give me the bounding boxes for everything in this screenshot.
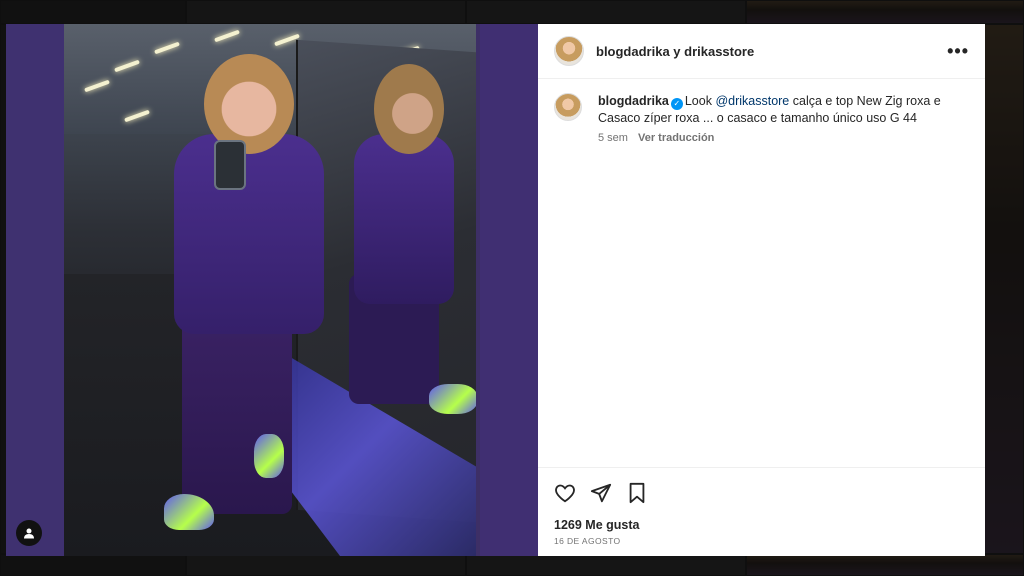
more-options-icon[interactable]: ••• [947,41,969,62]
caption-meta: 5 sem Ver traducción [598,132,968,144]
tagged-users-button[interactable] [16,520,42,546]
caption-text-part: Look [684,94,716,108]
bookmark-icon[interactable] [626,482,648,504]
post-photo [64,24,476,556]
caption-avatar[interactable] [554,93,582,121]
time-ago[interactable]: 5 sem [598,132,628,144]
post-media[interactable] [6,24,538,556]
likes-count[interactable]: 1269 Me gusta [538,504,985,532]
author-avatar[interactable] [554,36,584,66]
post-caption: blogdadrika ✓ Look @drikasstore calça e to… [538,79,985,468]
post-header: blogdadrika y drikasstore ••• [538,24,985,79]
post-date: 16 DE AGOSTO [554,536,621,546]
caption-mention[interactable]: @drikasstore [715,94,789,108]
caption-text: blogdadrika ✓ Look @drikasstore calça e to… [598,93,968,126]
send-icon[interactable] [590,482,612,504]
post-actions [538,468,985,504]
user-icon [24,528,34,539]
translate-link[interactable]: Ver traducción [638,132,714,144]
caption-username[interactable]: blogdadrika [598,94,669,108]
heart-icon[interactable] [554,482,576,504]
post-modal: blogdadrika y drikasstore ••• blogdadrik… [6,24,985,556]
verified-badge-icon: ✓ [670,98,683,110]
post-details-panel: blogdadrika y drikasstore ••• blogdadrik… [538,24,985,556]
post-authors[interactable]: blogdadrika y drikasstore [596,44,754,59]
